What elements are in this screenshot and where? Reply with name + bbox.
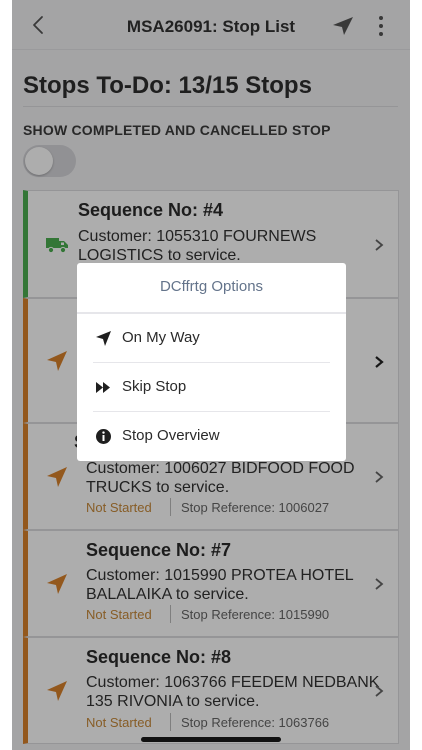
option-skip-stop[interactable]: Skip Stop <box>93 363 330 412</box>
fast-forward-icon <box>96 382 110 393</box>
home-indicator <box>141 737 281 742</box>
phone-screen: MSA26091: Stop List Stops To-Do: 13/15 S… <box>12 0 410 750</box>
option-label: On My Way <box>122 329 200 346</box>
option-stop-overview[interactable]: Stop Overview <box>93 412 330 461</box>
option-label: Skip Stop <box>122 378 187 395</box>
navigation-arrow-icon <box>96 331 111 346</box>
option-on-my-way[interactable]: On My Way <box>93 314 330 363</box>
info-circle-icon <box>96 429 111 444</box>
dialog-title: DCffrtg Options <box>159 278 264 295</box>
options-dialog: DCffrtg Options On My Way Skip Stop Stop… <box>77 263 346 461</box>
option-label: Stop Overview <box>122 427 220 444</box>
